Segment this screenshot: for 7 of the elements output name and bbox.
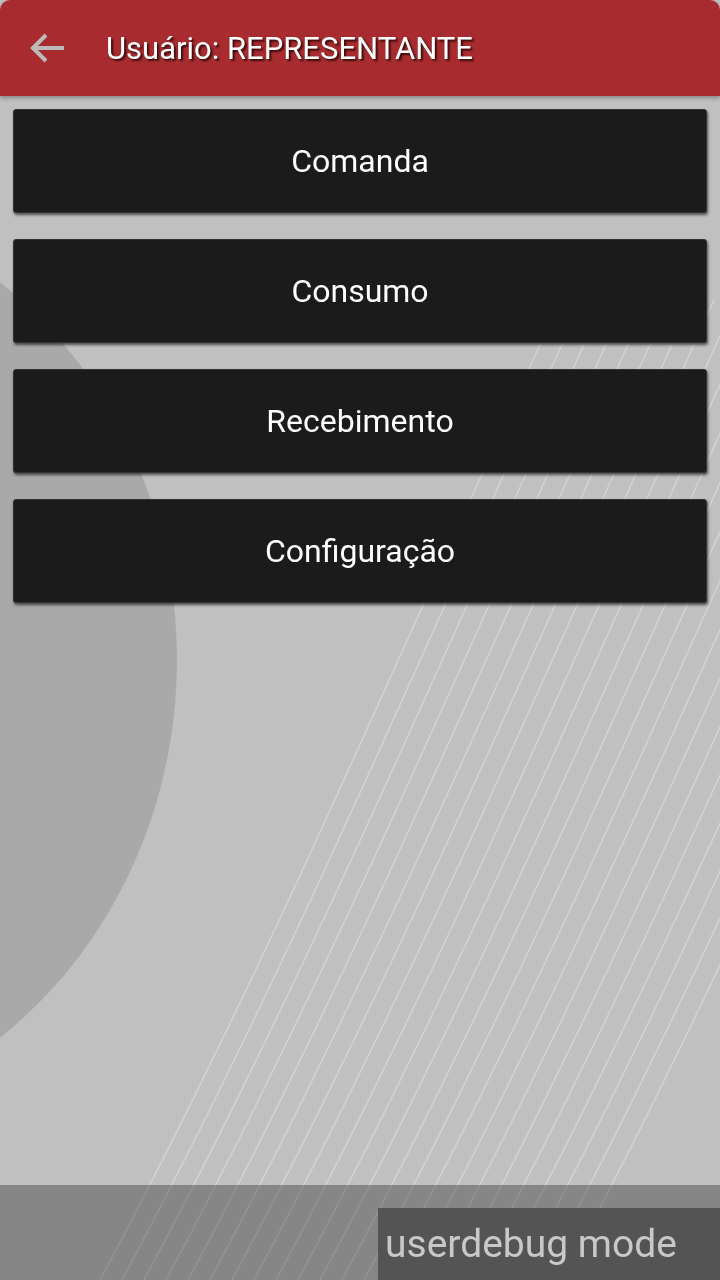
screen-title: Usuário: REPRESENTANTE (106, 29, 473, 67)
menu-button[interactable]: Comanda (13, 109, 707, 213)
menu-button[interactable]: Consumo (13, 239, 707, 343)
back-arrow-icon[interactable] (28, 31, 66, 65)
menu-button[interactable]: Configuração (13, 499, 707, 603)
debug-mode-label: userdebug mode (378, 1208, 720, 1280)
menu-button[interactable]: Recebimento (13, 369, 707, 473)
